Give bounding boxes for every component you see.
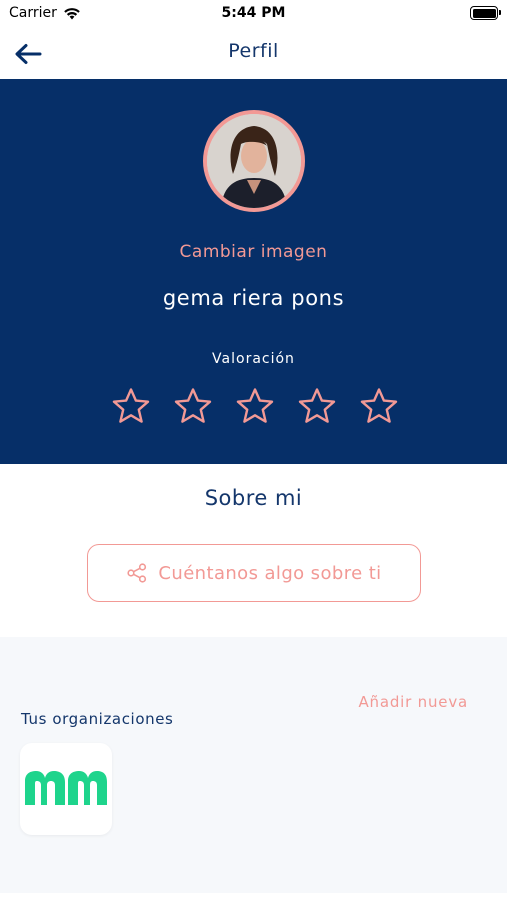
- rating-stars: [110, 386, 400, 426]
- profile-header: Cambiar imagen gema riera pons Valoració…: [0, 79, 507, 464]
- rating-label: Valoración: [212, 351, 295, 367]
- add-organization-link[interactable]: Añadir nueva: [359, 693, 469, 711]
- battery-icon: [470, 6, 501, 20]
- page-title: Perfil: [228, 40, 279, 62]
- status-bar: Carrier 5:44 PM: [0, 0, 507, 30]
- avatar[interactable]: [203, 110, 305, 212]
- about-title: Sobre mi: [204, 486, 303, 510]
- share-icon: [127, 563, 147, 583]
- avatar-photo: [207, 114, 301, 208]
- star-icon[interactable]: [172, 386, 214, 426]
- star-icon[interactable]: [234, 386, 276, 426]
- organization-card[interactable]: [20, 743, 112, 835]
- tell-about-yourself-button[interactable]: Cuéntanos algo sobre ti: [87, 544, 421, 602]
- star-icon[interactable]: [296, 386, 338, 426]
- star-icon[interactable]: [110, 386, 152, 426]
- nn-logo: [25, 771, 107, 805]
- star-icon[interactable]: [358, 386, 400, 426]
- organizations-section: Añadir nueva Tus organizaciones: [0, 637, 507, 893]
- nav-bar: Perfil: [0, 30, 507, 78]
- user-name: gema riera pons: [162, 286, 345, 310]
- change-image-link[interactable]: Cambiar imagen: [0, 242, 507, 262]
- status-time: 5:44 PM: [221, 5, 286, 21]
- tell-about-yourself-label: Cuéntanos algo sobre ti: [158, 562, 382, 584]
- organizations-title: Tus organizaciones: [21, 710, 174, 728]
